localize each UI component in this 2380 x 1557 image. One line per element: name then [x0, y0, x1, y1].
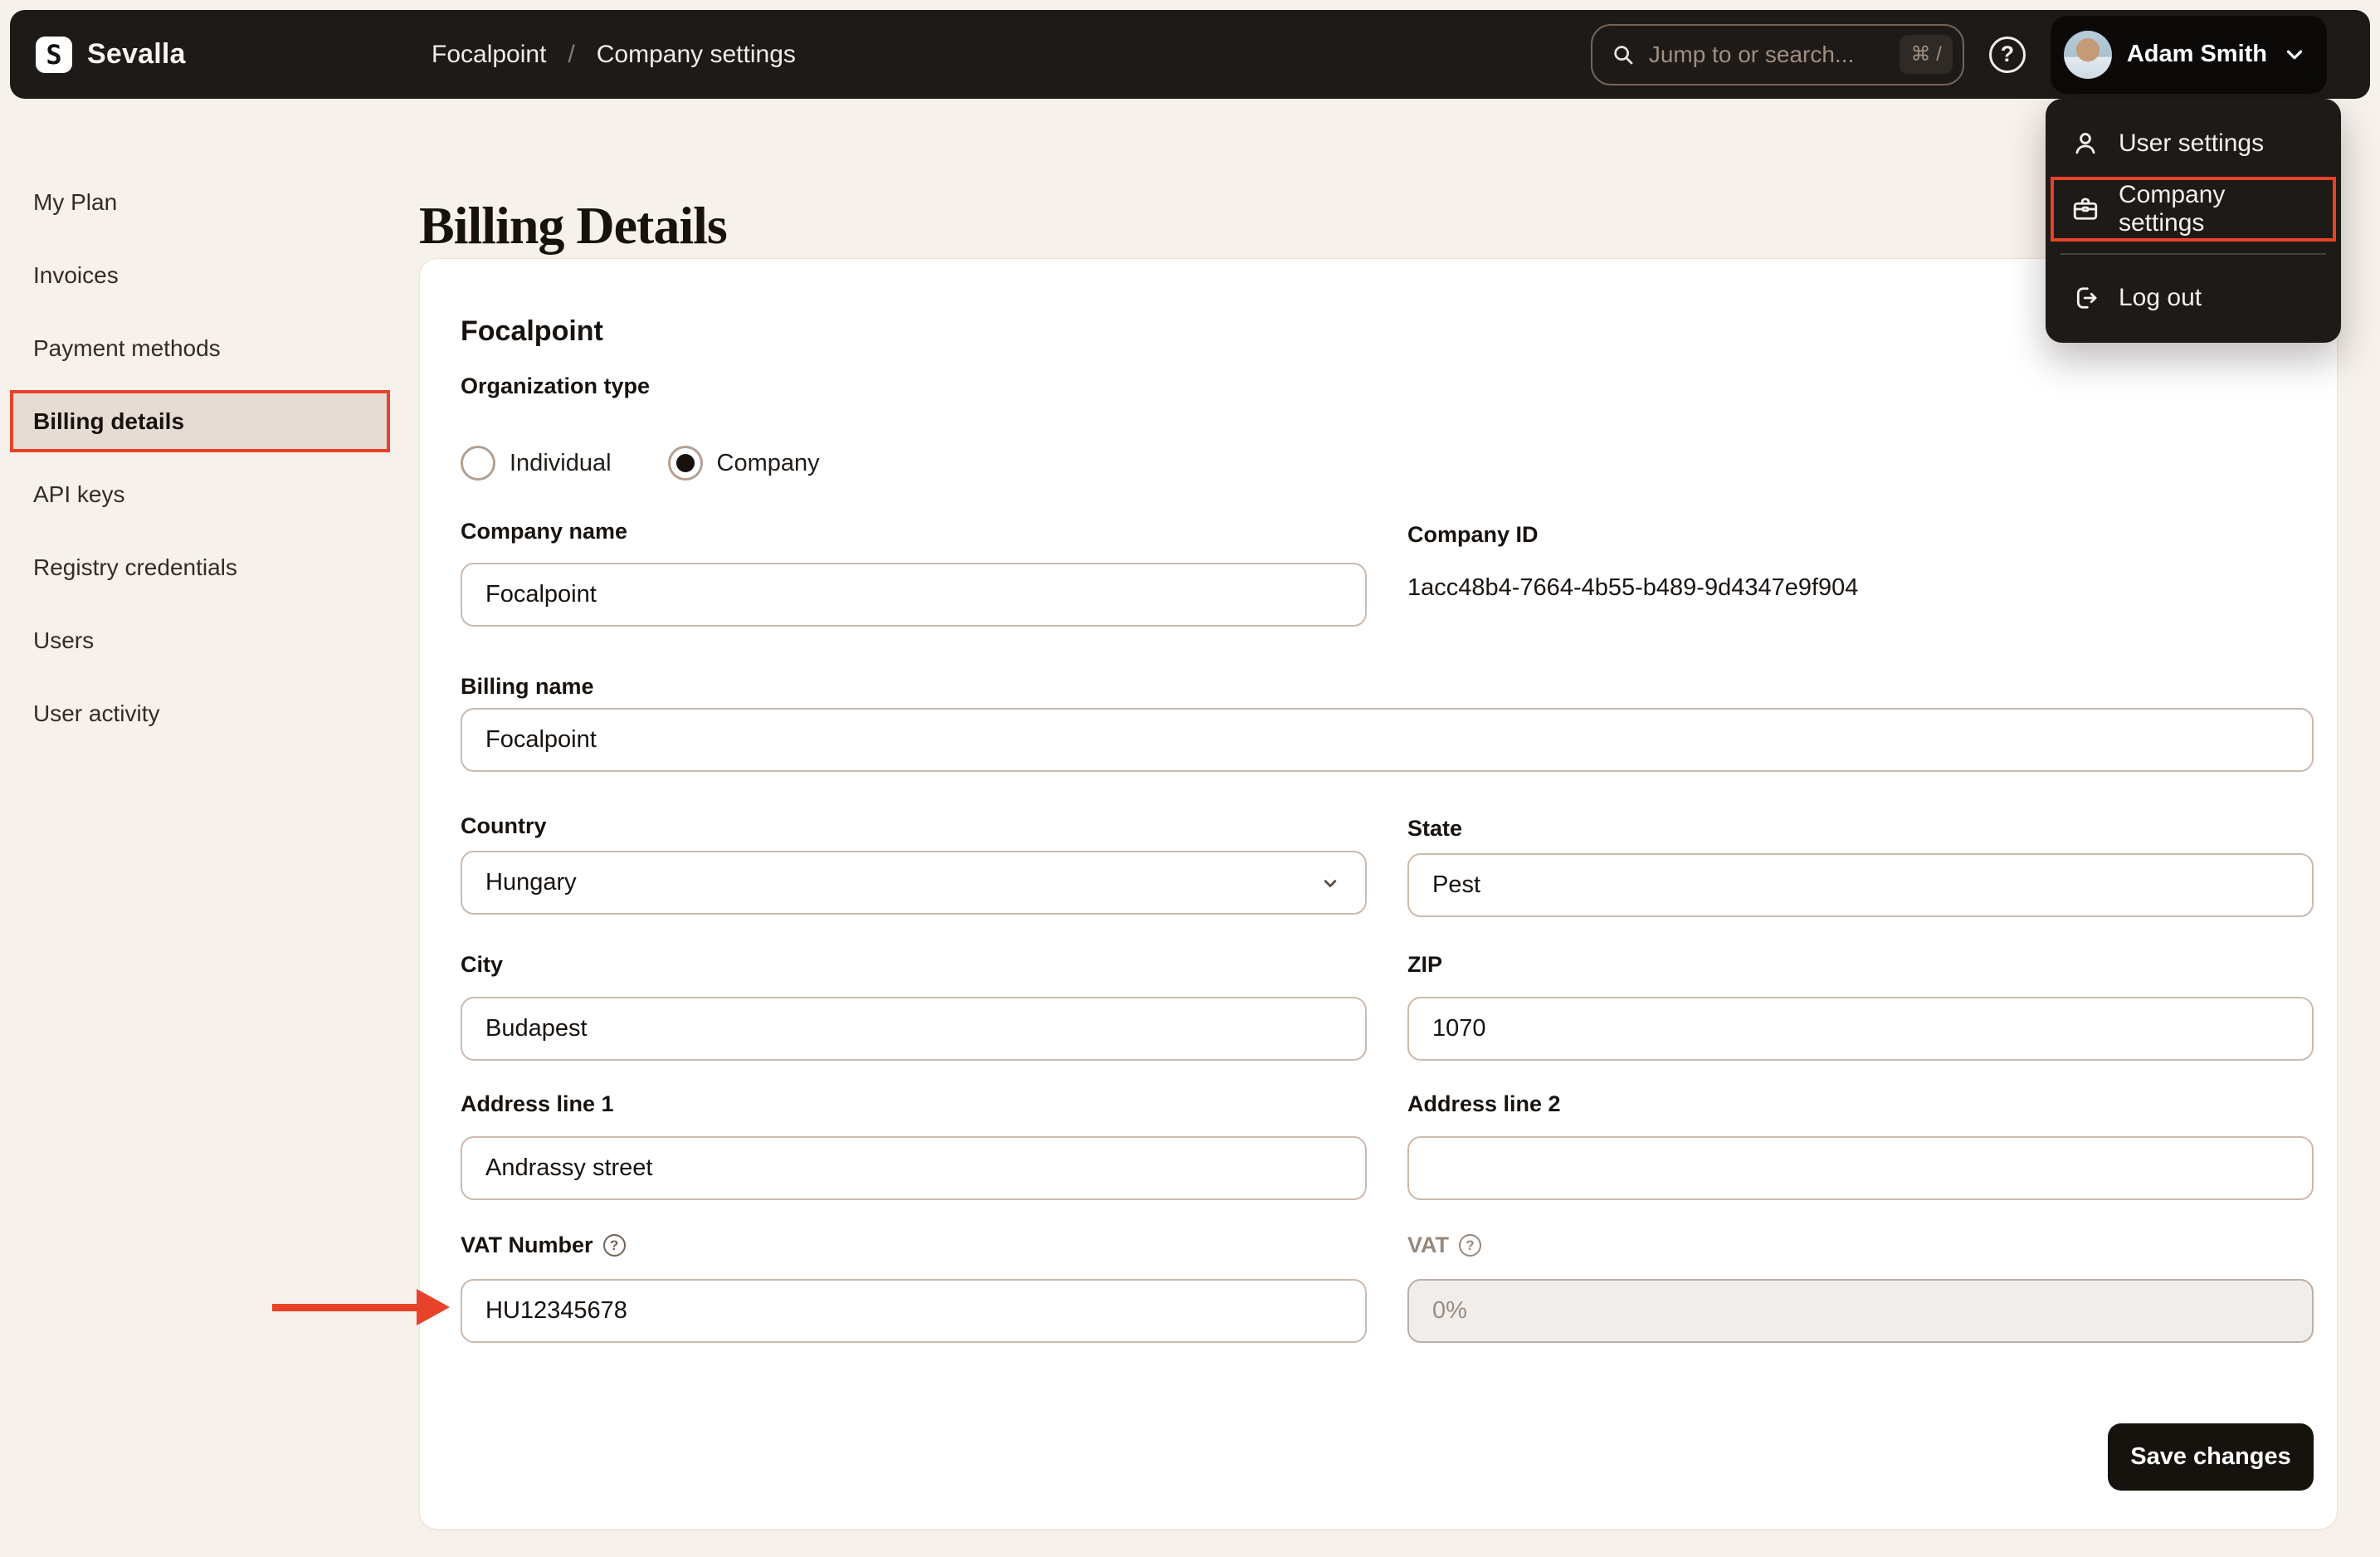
sidebar-item-payment-methods[interactable]: Payment methods	[10, 317, 390, 379]
menu-item-label: User settings	[2119, 129, 2265, 157]
help-button[interactable]: ?	[1988, 36, 2026, 73]
sidebar-item-my-plan[interactable]: My Plan	[10, 171, 390, 233]
select-chevron-icon	[1324, 879, 1337, 887]
billing-name-label: Billing name	[461, 674, 594, 699]
country-label: Country	[461, 813, 547, 838]
company-id-value: 1acc48b4-7664-4b55-b489-9d4347e9f904	[1407, 574, 1859, 601]
billing-name-input[interactable]	[461, 708, 2314, 772]
company-name-input[interactable]	[461, 563, 1367, 627]
company-name-label: Company name	[461, 519, 628, 544]
annotation-arrow-head	[417, 1289, 450, 1325]
country-select[interactable]: Hungary	[461, 851, 1367, 915]
topbar: S Sevalla Focalpoint / Company settings …	[10, 10, 2370, 99]
sidebar-item-invoices[interactable]: Invoices	[10, 244, 390, 306]
sevalla-logo-icon: S	[36, 36, 72, 73]
state-label: State	[1407, 816, 1463, 841]
menu-item-log-out[interactable]: Log out	[2056, 266, 2331, 329]
address-line-2-label: Address line 2	[1407, 1091, 1561, 1116]
state-input[interactable]	[1407, 853, 2314, 917]
vat-number-input[interactable]	[461, 1279, 1367, 1343]
vat-number-label: VAT Number ?	[461, 1232, 626, 1258]
menu-item-label: Log out	[2119, 284, 2202, 311]
search-icon	[1614, 45, 1633, 64]
user-icon	[2075, 133, 2095, 154]
logout-icon	[2076, 287, 2097, 309]
breadcrumb-page[interactable]: Company settings	[597, 41, 796, 69]
vat-input	[1407, 1279, 2314, 1343]
sidebar-item-users[interactable]: Users	[10, 609, 390, 671]
menu-divider	[2061, 253, 2326, 255]
sidebar-item-billing-details[interactable]: Billing details	[10, 390, 390, 452]
city-input[interactable]	[461, 997, 1367, 1061]
user-menu-button[interactable]: Adam Smith	[2050, 15, 2327, 94]
vat-label: VAT ?	[1407, 1232, 1481, 1258]
company-id-label: Company ID	[1407, 522, 1539, 547]
billing-details-card: Focalpoint Organization type Individual …	[419, 258, 2338, 1530]
search-input[interactable]	[1646, 40, 1889, 69]
address-line-1-label: Address line 1	[461, 1091, 614, 1116]
sidebar: My Plan Invoices Payment methods Billing…	[10, 171, 390, 755]
vat-help-icon[interactable]: ?	[1459, 1234, 1481, 1257]
address-line-1-input[interactable]	[461, 1136, 1367, 1200]
vat-number-help-icon[interactable]: ?	[602, 1234, 626, 1257]
radio-company[interactable]	[667, 446, 703, 481]
sidebar-item-registry-credentials[interactable]: Registry credentials	[10, 536, 390, 598]
breadcrumb-org[interactable]: Focalpoint	[432, 41, 546, 69]
breadcrumb-separator: /	[568, 40, 575, 68]
radio-individual-label[interactable]: Individual	[510, 450, 612, 477]
address-line-2-input[interactable]	[1407, 1136, 2314, 1200]
topbar-right: ⌘ / ? Adam Smith	[1590, 10, 2327, 99]
zip-input[interactable]	[1407, 997, 2314, 1061]
brand-name: Sevalla	[87, 38, 186, 70]
org-type-label: Organization type	[461, 373, 651, 398]
menu-item-company-settings[interactable]: Company settings	[2051, 177, 2336, 242]
save-changes-button[interactable]: Save changes	[2108, 1423, 2314, 1491]
company-heading: Focalpoint	[461, 315, 603, 348]
chevron-down-icon	[2286, 50, 2303, 59]
sidebar-item-user-activity[interactable]: User activity	[10, 682, 390, 744]
search-shortcut-badge: ⌘ /	[1900, 35, 1953, 74]
sidebar-item-api-keys[interactable]: API keys	[10, 463, 390, 525]
page-title: Billing Details	[419, 195, 728, 255]
user-name: Adam Smith	[2126, 41, 2267, 67]
city-label: City	[461, 952, 504, 977]
briefcase-icon	[2073, 198, 2098, 220]
annotation-arrow	[272, 1304, 418, 1311]
radio-company-label[interactable]: Company	[717, 450, 820, 477]
country-value: Hungary	[485, 869, 577, 896]
org-type-radio-group: Individual Company	[461, 445, 820, 481]
breadcrumb: Focalpoint / Company settings	[432, 10, 796, 99]
menu-item-user-settings[interactable]: User settings	[2056, 112, 2331, 175]
avatar	[2063, 30, 2112, 79]
radio-individual[interactable]	[461, 446, 495, 481]
search-box[interactable]: ⌘ /	[1590, 23, 1964, 85]
user-dropdown-menu: User settings Company settings Log out	[2046, 99, 2341, 343]
menu-item-label: Company settings	[2119, 181, 2226, 237]
brand[interactable]: S Sevalla	[36, 10, 186, 99]
zip-label: ZIP	[1407, 952, 1443, 977]
